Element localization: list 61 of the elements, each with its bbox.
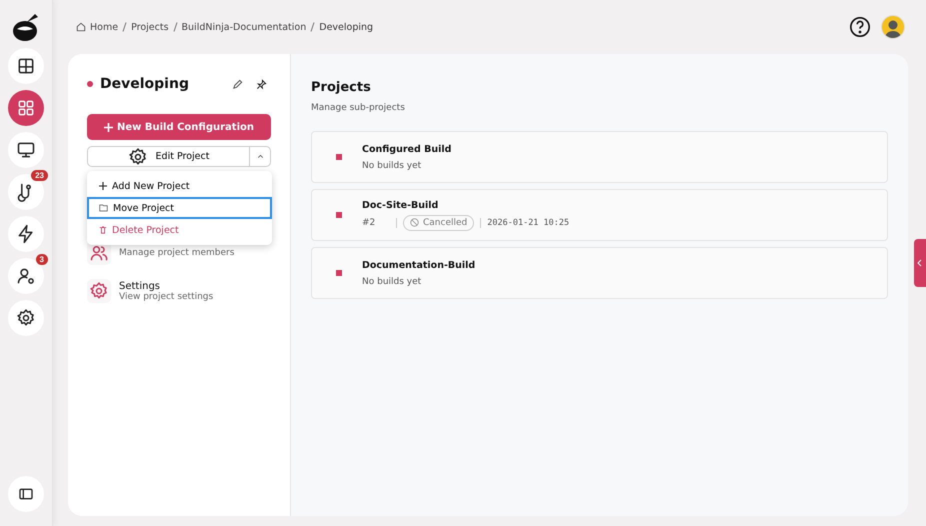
cancel-icon (410, 218, 419, 227)
build-name: Documentation-Build (362, 260, 476, 270)
build-card[interactable]: Configured Build No builds yet (311, 131, 888, 183)
grid-icon (16, 98, 36, 118)
breadcrumb-link[interactable]: BuildNinja-Documentation (182, 22, 306, 32)
build-status: No builds yet (362, 160, 422, 170)
section-description: Manage project members (119, 248, 234, 258)
breadcrumb-link[interactable]: Developing (319, 22, 374, 32)
build-status: No builds yet (362, 276, 422, 286)
slash-icon (122, 22, 128, 32)
sidebar-toggle-button[interactable] (8, 476, 44, 512)
avatar[interactable] (881, 15, 905, 39)
breadcrumb-link[interactable]: Projects (131, 22, 169, 32)
build-card[interactable]: Documentation-Build No builds yet (311, 247, 888, 299)
slash-icon (310, 22, 316, 32)
user-settings-icon (16, 266, 36, 286)
chevron-left-icon (917, 259, 923, 267)
layout-icon (16, 56, 36, 76)
build-name: Doc-Site-Build (362, 200, 440, 210)
nav-button[interactable] (8, 300, 44, 336)
section-description: View project settings (119, 292, 214, 302)
breadcrumb-link[interactable]: Home (90, 22, 118, 32)
dropdown-toggle[interactable] (249, 147, 270, 166)
nav-button[interactable] (8, 216, 44, 252)
build-time: 2026-01-21 10:25 (487, 218, 570, 228)
folder-icon (99, 204, 108, 212)
build-number: #2 (362, 218, 376, 228)
pencil-icon (232, 78, 243, 90)
people-icon (89, 243, 109, 263)
status-dot (87, 81, 93, 87)
project-title: Developing (100, 76, 190, 92)
nav-button[interactable] (8, 132, 44, 168)
settings-icon (128, 146, 148, 166)
help-icon[interactable] (849, 16, 871, 38)
status-square-icon (336, 212, 342, 218)
count-badge: 23 (31, 170, 48, 181)
settings-icon (16, 308, 36, 328)
trash-icon (99, 226, 107, 234)
section-subtitle: Manage sub-projects (311, 103, 406, 113)
status-square-icon (336, 154, 342, 160)
plus-icon (104, 122, 113, 132)
menu-item[interactable]: Add New Project (87, 175, 272, 197)
slash-icon (172, 22, 178, 32)
plus-icon (99, 182, 107, 190)
menu-item[interactable]: Move Project (87, 197, 272, 219)
build-name: Configured Build (362, 144, 452, 154)
home-icon (76, 22, 86, 32)
section-title[interactable]: Settings (119, 280, 214, 292)
build-card[interactable]: Doc-Site-Build #2 Cancelled 2026-01-21 10:25 (311, 189, 888, 241)
section-heading: Projects (311, 80, 372, 95)
logo-icon (11, 12, 41, 42)
menu-item[interactable]: Delete Project (87, 219, 272, 241)
collapse-panel-tab[interactable] (914, 239, 926, 287)
pin-icon (256, 78, 267, 90)
status-square-icon (336, 270, 342, 276)
status-badge: Cancelled (403, 214, 474, 230)
nav-button[interactable] (8, 48, 44, 84)
new-build-configuration-button[interactable]: New Build Configuration (87, 114, 271, 140)
monitor-icon (16, 140, 36, 160)
panel-icon (18, 486, 34, 502)
count-badge: 3 (36, 254, 48, 265)
